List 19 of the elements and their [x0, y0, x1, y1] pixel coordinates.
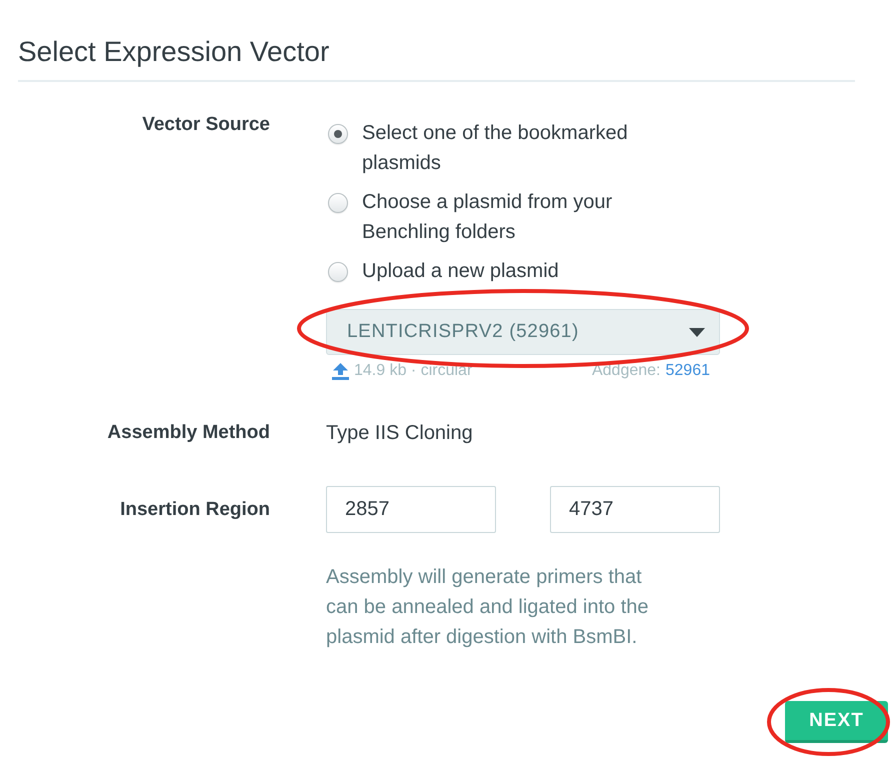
- help-text: Assembly will generate primers that can be annealed and ligated into the plasmid after digestion with BsmBI.: [326, 565, 650, 650]
- field-label: Assembly Method: [106, 421, 270, 445]
- radio-button[interactable]: [328, 193, 348, 213]
- start-input[interactable]: 2857: [326, 486, 496, 533]
- plasmid-dropdown[interactable]: LENTICRISPRV2 (52961): [326, 309, 720, 355]
- radio-button[interactable]: [328, 262, 348, 282]
- source-label: Addgene:: [592, 361, 660, 381]
- radio-button[interactable]: [328, 124, 348, 144]
- upload-icon: [332, 362, 349, 380]
- field-value: Type IIS Cloning: [326, 421, 474, 445]
- caret-icon: [689, 328, 705, 336]
- end-input[interactable]: 4737: [550, 486, 720, 533]
- plasmid-size-text: 14.9 kb · circular: [354, 361, 472, 381]
- radio-label[interactable]: Choose a plasmid from your Benchling folders: [362, 187, 672, 247]
- radio-label[interactable]: Upload a new plasmid: [362, 256, 559, 286]
- field-label: Vector Source: [141, 113, 270, 137]
- field-label: Insertion Region: [119, 498, 270, 522]
- radio-label[interactable]: Select one of the bookmarked plasmids: [362, 118, 672, 178]
- page-title: Select Expression Vector: [18, 35, 330, 69]
